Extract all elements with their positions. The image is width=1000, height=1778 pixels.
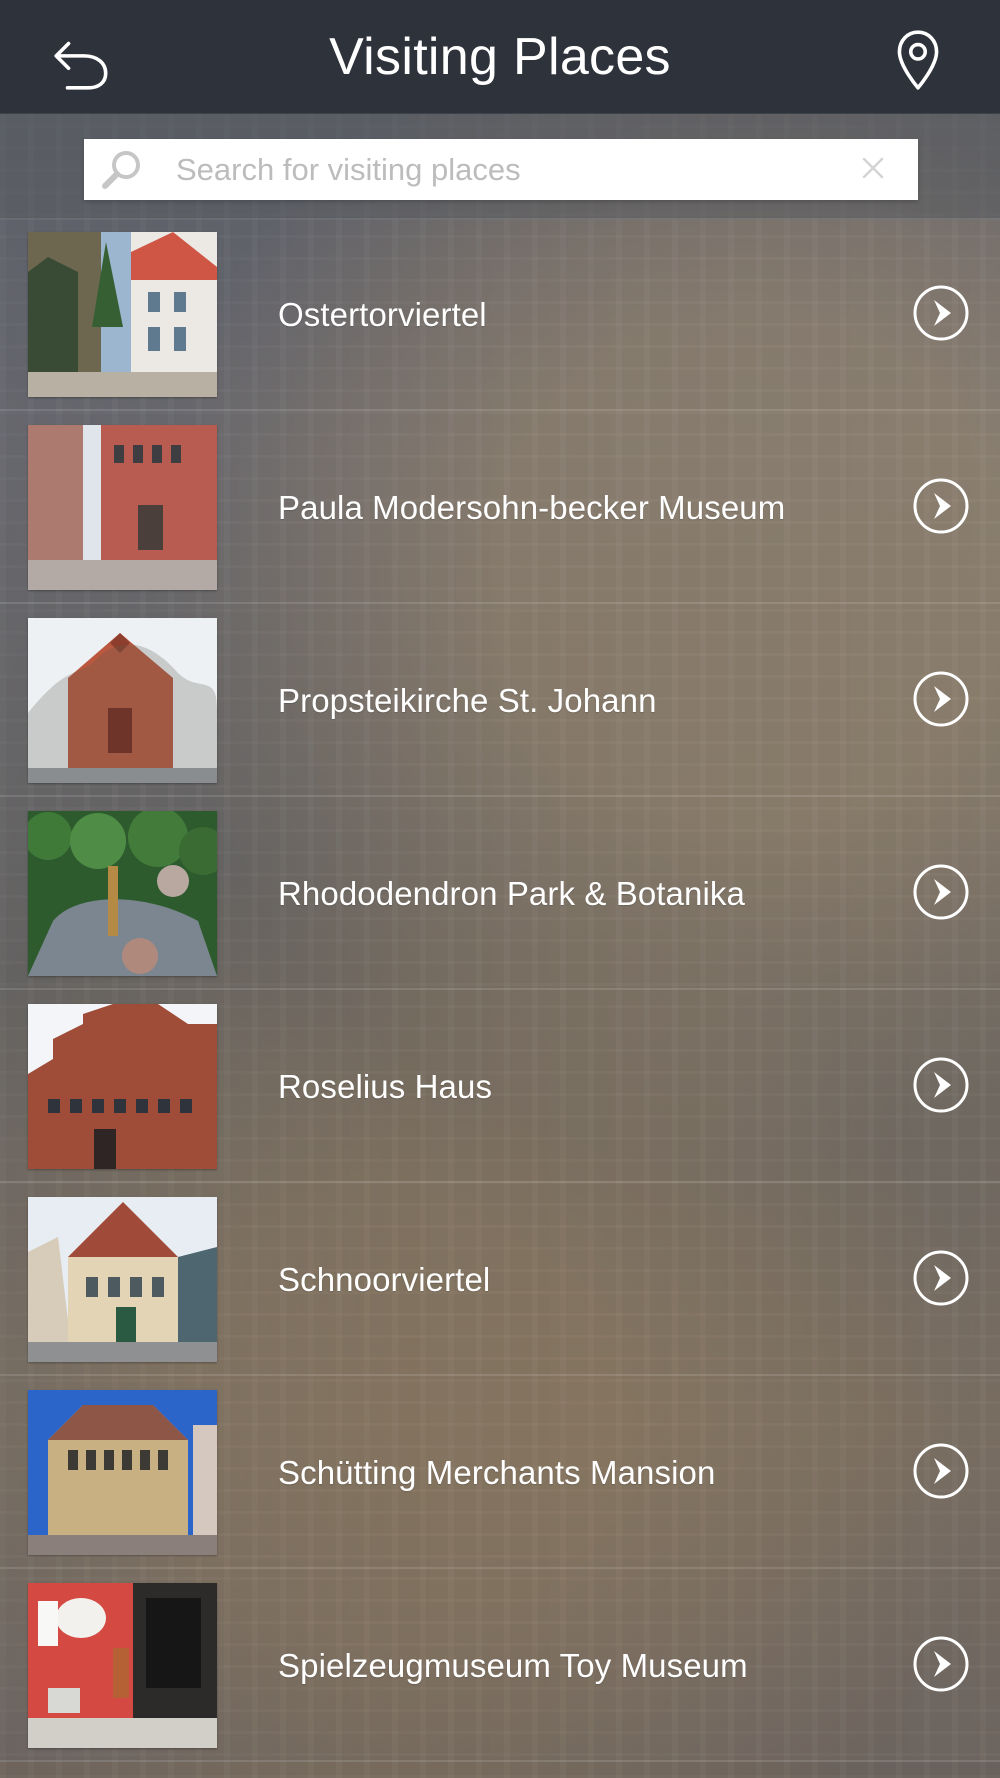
place-name: Ostertorviertel [278, 295, 487, 333]
place-name: Schütting Merchants Mansion [278, 1453, 716, 1491]
merchant-mansion-photo [28, 1390, 217, 1555]
places-list: Ostertorviertel Paula Modersohn-becker M… [0, 218, 1000, 1762]
search-input[interactable] [176, 139, 826, 200]
toy-museum-photo [28, 1583, 217, 1748]
list-item[interactable]: Ostertorviertel [0, 218, 1000, 411]
location-pin-icon [897, 30, 939, 90]
list-item[interactable]: Schütting Merchants Mansion [0, 1376, 1000, 1569]
back-arrow-icon [54, 41, 108, 90]
chevron-right-icon[interactable] [912, 1442, 970, 1500]
place-name: Paula Modersohn-becker Museum [278, 488, 786, 526]
list-item[interactable]: Paula Modersohn-becker Museum [0, 411, 1000, 604]
place-name: Rhododendron Park & Botanika [278, 874, 745, 912]
search-bar-container [0, 114, 1000, 220]
chevron-right-icon[interactable] [912, 1056, 970, 1114]
chevron-right-icon[interactable] [912, 863, 970, 921]
place-name: Propsteikirche St. Johann [278, 681, 657, 719]
list-item[interactable]: Schnoorviertel [0, 1183, 1000, 1376]
search-icon [98, 147, 146, 195]
top-bar: Visiting Places [0, 0, 1000, 114]
chevron-right-icon[interactable] [912, 1635, 970, 1693]
back-button[interactable] [50, 27, 116, 93]
church-photo [28, 618, 217, 783]
list-item[interactable]: Propsteikirche St. Johann [0, 604, 1000, 797]
chevron-right-icon[interactable] [912, 477, 970, 535]
museum-building-photo [28, 425, 217, 590]
list-item[interactable]: Rhododendron Park & Botanika [0, 797, 1000, 990]
chevron-right-icon[interactable] [912, 284, 970, 342]
list-item[interactable]: Roselius Haus [0, 990, 1000, 1183]
chevron-right-icon[interactable] [912, 670, 970, 728]
garden-photo [28, 811, 217, 976]
location-button[interactable] [885, 27, 951, 93]
old-town-house-photo [28, 1197, 217, 1362]
street-houses-photo [28, 232, 217, 397]
list-item[interactable]: Spielzeugmuseum Toy Museum [0, 1569, 1000, 1762]
place-name: Roselius Haus [278, 1067, 493, 1105]
place-name: Spielzeugmuseum Toy Museum [278, 1646, 748, 1684]
place-name: Schnoorviertel [278, 1260, 491, 1298]
search-box[interactable] [84, 139, 918, 200]
page-title: Visiting Places [329, 27, 671, 86]
brick-house-photo [28, 1004, 217, 1169]
chevron-right-icon[interactable] [912, 1249, 970, 1307]
clear-icon[interactable] [858, 153, 888, 183]
